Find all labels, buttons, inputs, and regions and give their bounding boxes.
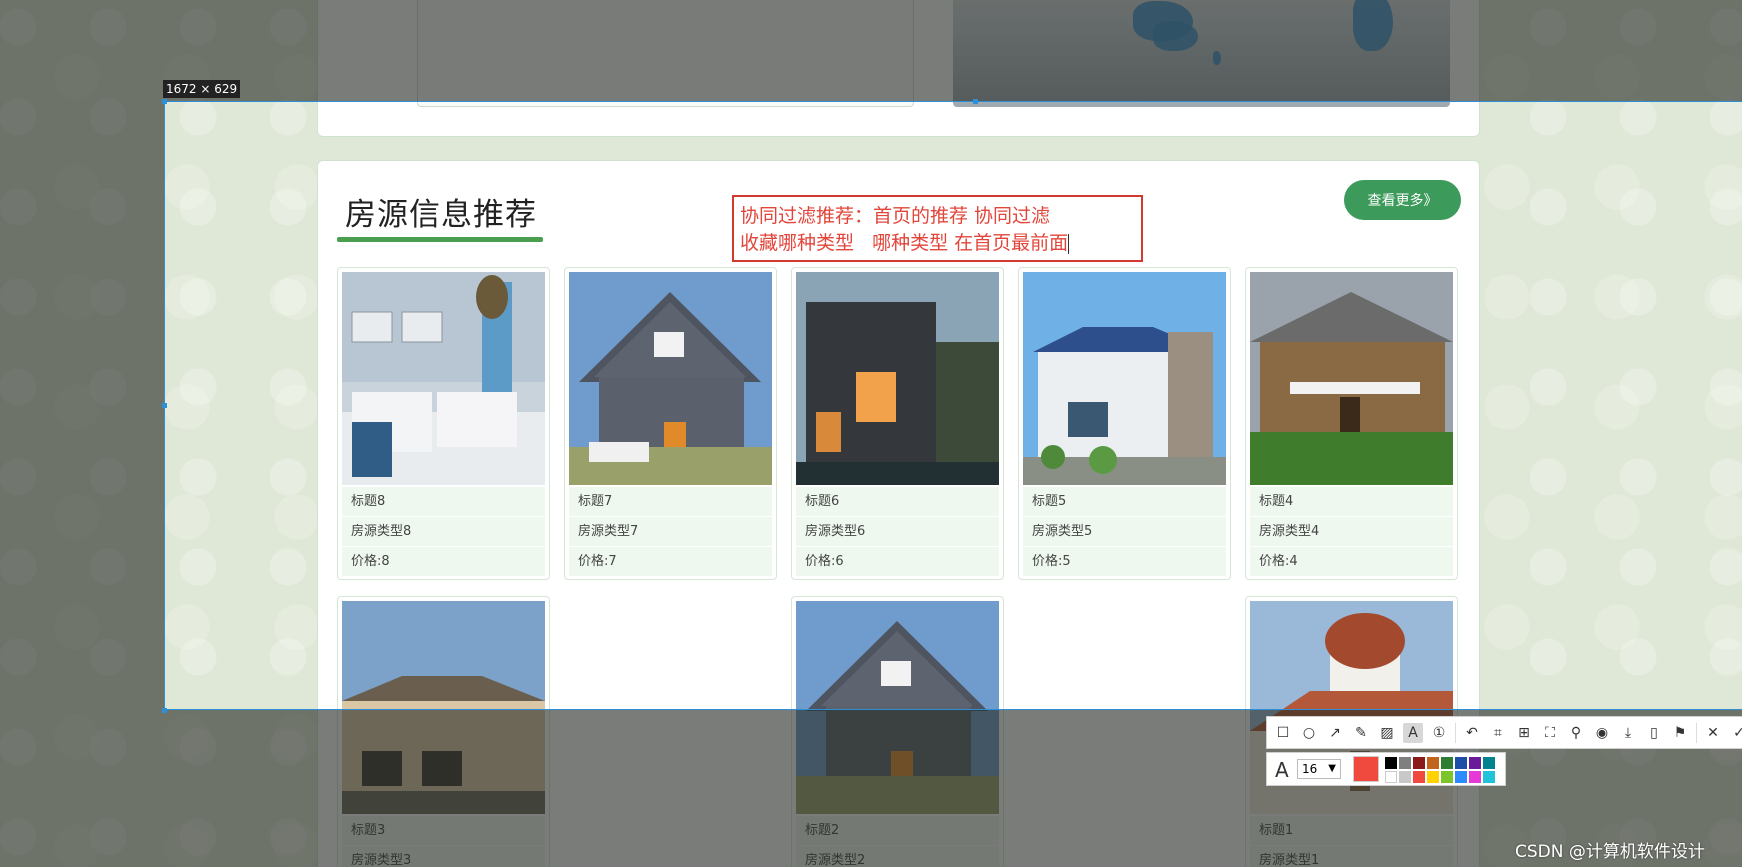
color-swatch[interactable] bbox=[1441, 757, 1453, 769]
toolbar-divider bbox=[1696, 722, 1697, 743]
listing-title: 标题5 bbox=[1023, 487, 1226, 517]
capture-size-label: 1672 × 629 bbox=[163, 80, 241, 98]
text-caret bbox=[1068, 233, 1070, 254]
listing-type: 房源类型8 bbox=[342, 517, 545, 547]
annotation-textbox[interactable]: 协同过滤推荐：首页的推荐 协同过滤 收藏哪种类型 哪种类型 在首页最前面 bbox=[732, 195, 1143, 262]
capture-toolbar: ☐ ○ ↗ ✎ ▨ A ① ↶ ⌗ ⊞ ⛶ ⚲ ◉ ⤓ ▯ ⚑ ✕ ✓ bbox=[1266, 716, 1742, 749]
bookmark-icon[interactable]: ⚑ bbox=[1670, 723, 1690, 743]
view-more-button[interactable]: 查看更多》 bbox=[1344, 180, 1461, 220]
section-title: 房源信息推荐 bbox=[345, 197, 537, 233]
listing-title: 标题2 bbox=[796, 816, 999, 846]
color-swatch[interactable] bbox=[1385, 771, 1397, 783]
phone-icon[interactable]: ▯ bbox=[1644, 723, 1664, 743]
color-swatch[interactable] bbox=[1427, 771, 1439, 783]
font-size-value: 16 bbox=[1302, 762, 1318, 776]
color-swatch[interactable] bbox=[1427, 757, 1439, 769]
listing-type: 房源类型5 bbox=[1023, 517, 1226, 547]
color-swatch[interactable] bbox=[1413, 771, 1425, 783]
listing-price: 价格:5 bbox=[1023, 547, 1226, 577]
listing-type: 房源类型7 bbox=[569, 517, 772, 547]
listing-price: 价格:8 bbox=[342, 547, 545, 577]
world-map-image bbox=[953, 0, 1450, 107]
listing-image bbox=[342, 272, 545, 485]
color-swatch[interactable] bbox=[1399, 771, 1411, 783]
pin-icon[interactable]: ⚲ bbox=[1566, 723, 1586, 743]
mosaic-icon[interactable]: ▨ bbox=[1377, 723, 1397, 743]
color-swatch[interactable] bbox=[1413, 757, 1425, 769]
listing-title: 标题1 bbox=[1250, 816, 1453, 846]
listing-title: 标题4 bbox=[1250, 487, 1453, 517]
color-swatch[interactable] bbox=[1455, 771, 1467, 783]
listing-image bbox=[796, 272, 999, 485]
ocr-icon[interactable]: ⌗ bbox=[1488, 723, 1508, 743]
listing-type: 房源类型3 bbox=[342, 846, 545, 867]
listing-image bbox=[1023, 272, 1226, 485]
chevron-down-icon: ▼ bbox=[1328, 763, 1336, 774]
save-icon[interactable]: ⤓ bbox=[1618, 723, 1638, 743]
color-swatch[interactable] bbox=[1385, 757, 1397, 769]
text-style-panel: A 16 ▼ bbox=[1266, 752, 1506, 786]
listing-card[interactable]: 标题7 房源类型7 价格:7 bbox=[564, 267, 777, 580]
listing-type: 房源类型4 bbox=[1250, 517, 1453, 547]
pencil-icon[interactable]: ✎ bbox=[1351, 723, 1371, 743]
listing-title: 标题6 bbox=[796, 487, 999, 517]
listing-image bbox=[569, 272, 772, 485]
font-icon: A bbox=[1275, 758, 1289, 782]
listing-type: 房源类型6 bbox=[796, 517, 999, 547]
listing-card[interactable]: 标题5 房源类型5 价格:5 bbox=[1018, 267, 1231, 580]
record-icon[interactable]: ◉ bbox=[1592, 723, 1612, 743]
annotation-line-1: 协同过滤推荐：首页的推荐 协同过滤 bbox=[740, 205, 1051, 227]
listing-card[interactable]: 标题6 房源类型6 价格:6 bbox=[791, 267, 1004, 580]
listing-card[interactable]: 标题4 房源类型4 价格:4 bbox=[1245, 267, 1458, 580]
listing-image bbox=[796, 601, 999, 814]
top-section-card bbox=[317, 0, 1480, 137]
listing-type: 房源类型2 bbox=[796, 846, 999, 867]
color-swatch[interactable] bbox=[1399, 757, 1411, 769]
toolbar-divider bbox=[1455, 722, 1456, 743]
resize-handle[interactable] bbox=[162, 99, 167, 104]
listing-card[interactable]: 标题8 房源类型8 价格:8 bbox=[337, 267, 550, 580]
listing-image bbox=[1250, 272, 1453, 485]
long-capture-icon[interactable]: ⛶ bbox=[1540, 723, 1560, 743]
ellipse-icon[interactable]: ○ bbox=[1299, 723, 1319, 743]
listing-price: 价格:6 bbox=[796, 547, 999, 577]
color-swatch[interactable] bbox=[1469, 757, 1481, 769]
confirm-icon[interactable]: ✓ bbox=[1729, 723, 1742, 743]
resize-handle[interactable] bbox=[162, 403, 167, 408]
color-swatch[interactable] bbox=[1469, 771, 1481, 783]
close-icon[interactable]: ✕ bbox=[1703, 723, 1723, 743]
resize-handle[interactable] bbox=[162, 708, 167, 713]
color-swatch[interactable] bbox=[1483, 757, 1495, 769]
listing-title: 标题8 bbox=[342, 487, 545, 517]
watermark: CSDN @计算机软件设计 bbox=[1515, 842, 1705, 862]
color-swatch[interactable] bbox=[1483, 771, 1495, 783]
listing-type: 房源类型1 bbox=[1250, 846, 1453, 867]
listing-image bbox=[342, 601, 545, 814]
color-swatch[interactable] bbox=[1441, 771, 1453, 783]
text-icon[interactable]: A bbox=[1403, 722, 1423, 743]
current-color-swatch[interactable] bbox=[1353, 756, 1379, 782]
listing-title: 标题3 bbox=[342, 816, 545, 846]
font-size-select[interactable]: 16 ▼ bbox=[1297, 759, 1341, 779]
listing-price: 价格:7 bbox=[569, 547, 772, 577]
undo-icon[interactable]: ↶ bbox=[1462, 723, 1482, 743]
annotation-line-2: 收藏哪种类型 哪种类型 在首页最前面 bbox=[740, 232, 1069, 254]
listing-card[interactable]: 标题3 房源类型3 bbox=[337, 596, 550, 867]
resize-handle[interactable] bbox=[973, 99, 978, 104]
arrow-icon[interactable]: ↗ bbox=[1325, 723, 1345, 743]
listing-price: 价格:4 bbox=[1250, 547, 1453, 577]
listing-card[interactable]: 标题2 房源类型2 bbox=[791, 596, 1004, 867]
rectangle-icon[interactable]: ☐ bbox=[1273, 723, 1293, 743]
title-underline bbox=[337, 237, 543, 242]
listing-title: 标题7 bbox=[569, 487, 772, 517]
translate-icon[interactable]: ⊞ bbox=[1514, 723, 1534, 743]
number-icon[interactable]: ① bbox=[1429, 723, 1449, 743]
color-swatch[interactable] bbox=[1455, 757, 1467, 769]
top-content-box bbox=[417, 0, 914, 107]
